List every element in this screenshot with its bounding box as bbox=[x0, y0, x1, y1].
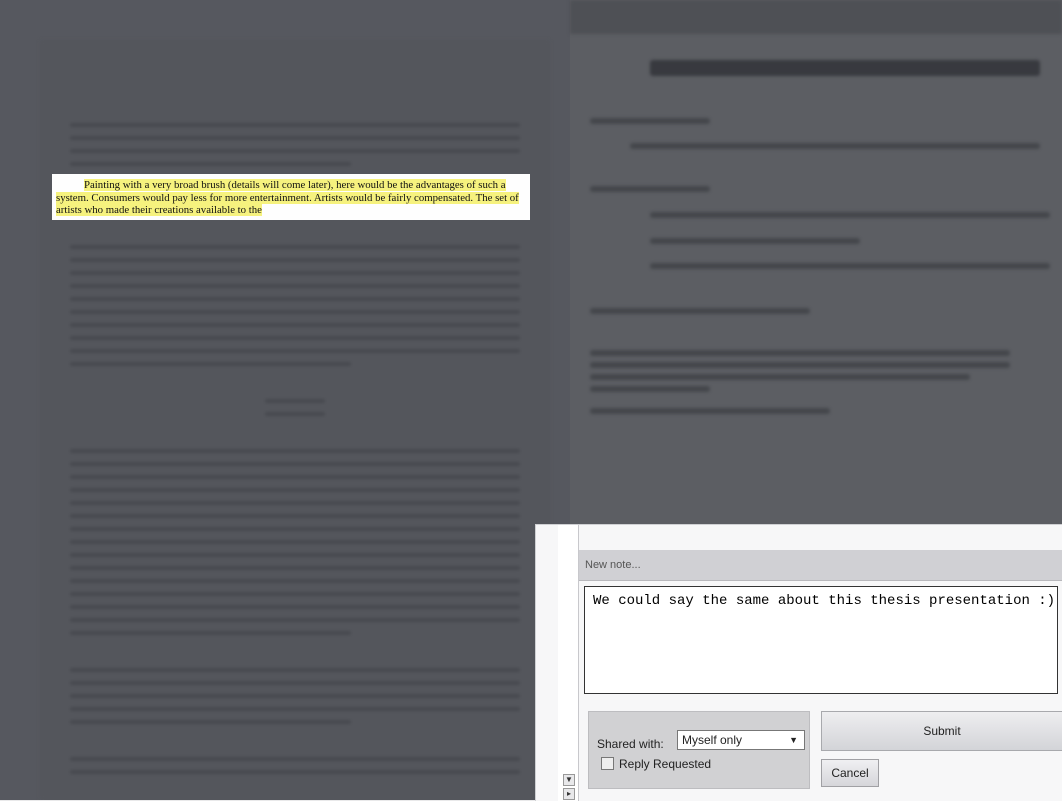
text-line bbox=[70, 336, 520, 340]
text-line bbox=[70, 707, 520, 711]
submit-button[interactable]: Submit bbox=[821, 711, 1062, 751]
text-line bbox=[70, 310, 520, 314]
text-line bbox=[70, 540, 520, 544]
text-line bbox=[70, 770, 520, 774]
shared-with-select[interactable]: Myself only ▼ bbox=[677, 730, 805, 750]
text-line bbox=[70, 553, 520, 557]
shared-with-label: Shared with: bbox=[597, 737, 664, 751]
side-line bbox=[650, 238, 860, 244]
side-line bbox=[590, 386, 710, 392]
arrow-right-icon[interactable]: ▸ bbox=[563, 788, 575, 800]
highlighted-text: Painting with a very broad brush (detail… bbox=[56, 179, 519, 217]
text-line bbox=[70, 757, 520, 761]
text-line bbox=[70, 462, 520, 466]
text-line bbox=[70, 136, 520, 140]
text-line bbox=[70, 362, 351, 366]
text-line bbox=[70, 579, 520, 583]
section-heading bbox=[265, 412, 325, 416]
note-scrollbar[interactable]: ▼ ▸ bbox=[558, 525, 579, 801]
text-line bbox=[70, 566, 520, 570]
new-note-dialog: ▼ ▸ New note... We could say the same ab… bbox=[535, 524, 1062, 801]
reply-requested-row[interactable]: Reply Requested bbox=[601, 757, 711, 771]
side-line bbox=[590, 308, 810, 314]
section-heading bbox=[265, 399, 325, 403]
note-textarea[interactable]: We could say the same about this thesis … bbox=[584, 586, 1058, 694]
side-line bbox=[590, 374, 970, 380]
highlighted-passage[interactable]: Painting with a very broad brush (detail… bbox=[52, 174, 530, 220]
reply-requested-label: Reply Requested bbox=[619, 757, 712, 771]
note-header-label: New note... bbox=[585, 559, 641, 571]
text-line bbox=[70, 271, 520, 275]
arrow-down-icon[interactable]: ▼ bbox=[563, 774, 575, 786]
cancel-button[interactable]: Cancel bbox=[821, 759, 879, 787]
text-line bbox=[70, 694, 520, 698]
text-line bbox=[70, 245, 520, 249]
text-line bbox=[70, 527, 520, 531]
sharing-options: Shared with: Myself only ▼ Reply Request… bbox=[588, 711, 810, 789]
text-line bbox=[70, 618, 520, 622]
document-pane bbox=[0, 0, 570, 800]
side-line bbox=[590, 408, 830, 414]
document-page bbox=[40, 40, 550, 800]
text-line bbox=[70, 258, 520, 262]
reply-requested-checkbox[interactable] bbox=[601, 757, 614, 770]
side-line bbox=[590, 362, 1010, 368]
side-line bbox=[650, 263, 1050, 269]
text-line bbox=[70, 631, 351, 635]
text-line bbox=[70, 605, 520, 609]
text-line bbox=[70, 123, 520, 127]
note-header: New note... bbox=[579, 550, 1062, 581]
side-line bbox=[590, 186, 710, 192]
text-line bbox=[70, 284, 520, 288]
shared-with-value: Myself only bbox=[682, 733, 743, 747]
text-line bbox=[70, 720, 351, 724]
side-heading bbox=[650, 60, 1040, 76]
side-line bbox=[650, 212, 1050, 218]
text-line bbox=[70, 449, 520, 453]
chevron-down-icon: ▼ bbox=[789, 735, 798, 745]
text-line bbox=[70, 162, 351, 166]
text-line bbox=[70, 668, 520, 672]
side-line bbox=[630, 143, 1040, 149]
text-line bbox=[70, 501, 520, 505]
text-line bbox=[70, 349, 520, 353]
text-line bbox=[70, 475, 520, 479]
text-line bbox=[70, 681, 520, 685]
side-line bbox=[590, 118, 710, 124]
text-line bbox=[70, 323, 520, 327]
side-toolbar bbox=[570, 0, 1062, 34]
side-line bbox=[590, 350, 1010, 356]
text-line bbox=[70, 149, 520, 153]
text-line bbox=[70, 488, 520, 492]
text-line bbox=[70, 592, 520, 596]
text-line bbox=[70, 297, 520, 301]
text-line bbox=[70, 514, 520, 518]
